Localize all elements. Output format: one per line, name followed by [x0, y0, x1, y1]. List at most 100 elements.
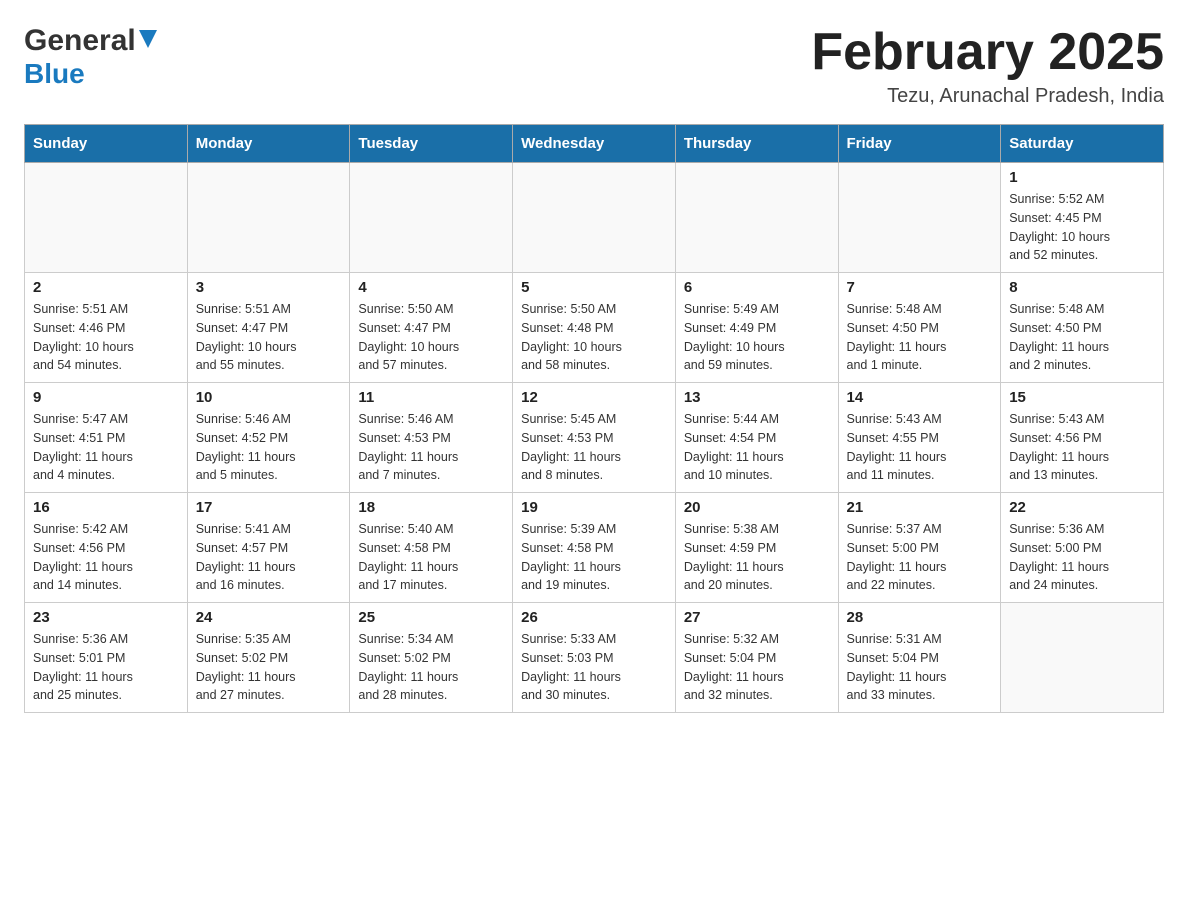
logo-general-text: General — [24, 24, 136, 58]
weekday-header-row: SundayMondayTuesdayWednesdayThursdayFrid… — [25, 125, 1164, 163]
calendar-cell: 4Sunrise: 5:50 AM Sunset: 4:47 PM Daylig… — [350, 273, 513, 383]
day-info: Sunrise: 5:48 AM Sunset: 4:50 PM Dayligh… — [847, 300, 993, 375]
calendar-cell: 22 Sunrise: 5:36 AM Sunset: 5:00 PM Dayli… — [1001, 493, 1164, 603]
week-row-2: 2 Sunrise: 5:51 AM Sunset: 4:46 PM Daylig… — [25, 273, 1164, 383]
day-number: 5 — [521, 279, 667, 296]
week-row-3: 9 Sunrise: 5:47 AM Sunset: 4:51 PM Daylig… — [25, 383, 1164, 493]
day-info: Sunrise: 5:47 AM Sunset: 4:51 PM Dayligh… — [33, 410, 179, 485]
week-row-5: 23 Sunrise: 5:36 AM Sunset: 5:01 PM Dayli… — [25, 603, 1164, 713]
day-number: 10 — [196, 389, 342, 406]
day-info: Sunrise: 5:38 AM Sunset: 4:59 PM Dayligh… — [684, 520, 830, 595]
weekday-header-thursday: Thursday — [675, 125, 838, 163]
logo-blue-text: Blue — [24, 58, 85, 89]
day-info: Sunrise: 5:52 AM Sunset: 4:45 PM Dayligh… — [1009, 190, 1155, 265]
day-number: 4 — [358, 279, 504, 296]
calendar-cell: 28 Sunrise: 5:31 AM Sunset: 5:04 PM Dayli… — [838, 603, 1001, 713]
calendar-cell: 13Sunrise: 5:44 AM Sunset: 4:54 PM Dayli… — [675, 383, 838, 493]
day-number: 11 — [358, 389, 504, 406]
week-row-1: 1 Sunrise: 5:52 AM Sunset: 4:45 PM Daylig… — [25, 163, 1164, 273]
calendar-cell — [1001, 603, 1164, 713]
day-number: 3 — [196, 279, 342, 296]
calendar-cell — [513, 163, 676, 273]
calendar-cell: 18Sunrise: 5:40 AM Sunset: 4:58 PM Dayli… — [350, 493, 513, 603]
title-block: February 2025 Tezu, Arunachal Pradesh, I… — [811, 24, 1164, 108]
day-number: 21 — [847, 499, 993, 516]
calendar-cell: 8 Sunrise: 5:48 AM Sunset: 4:50 PM Daylig… — [1001, 273, 1164, 383]
day-info: Sunrise: 5:35 AM Sunset: 5:02 PM Dayligh… — [196, 630, 342, 705]
weekday-header-friday: Friday — [838, 125, 1001, 163]
day-info: Sunrise: 5:48 AM Sunset: 4:50 PM Dayligh… — [1009, 300, 1155, 375]
day-info: Sunrise: 5:33 AM Sunset: 5:03 PM Dayligh… — [521, 630, 667, 705]
calendar-cell — [838, 163, 1001, 273]
day-info: Sunrise: 5:46 AM Sunset: 4:52 PM Dayligh… — [196, 410, 342, 485]
day-number: 26 — [521, 609, 667, 626]
calendar-cell: 23 Sunrise: 5:36 AM Sunset: 5:01 PM Dayli… — [25, 603, 188, 713]
calendar-cell: 26 Sunrise: 5:33 AM Sunset: 5:03 PM Dayli… — [513, 603, 676, 713]
logo-triangle-icon — [139, 30, 157, 48]
day-number: 8 — [1009, 279, 1155, 296]
calendar-cell: 19 Sunrise: 5:39 AM Sunset: 4:58 PM Dayli… — [513, 493, 676, 603]
day-info: Sunrise: 5:42 AM Sunset: 4:56 PM Dayligh… — [33, 520, 179, 595]
day-info: Sunrise: 5:39 AM Sunset: 4:58 PM Dayligh… — [521, 520, 667, 595]
day-info: Sunrise: 5:36 AM Sunset: 5:01 PM Dayligh… — [33, 630, 179, 705]
calendar-table: SundayMondayTuesdayWednesdayThursdayFrid… — [24, 124, 1164, 713]
day-info: Sunrise: 5:46 AM Sunset: 4:53 PM Dayligh… — [358, 410, 504, 485]
calendar-cell: 14 Sunrise: 5:43 AM Sunset: 4:55 PM Dayli… — [838, 383, 1001, 493]
day-info: Sunrise: 5:51 AM Sunset: 4:47 PM Dayligh… — [196, 300, 342, 375]
day-info: Sunrise: 5:50 AM Sunset: 4:48 PM Dayligh… — [521, 300, 667, 375]
calendar-cell: 24 Sunrise: 5:35 AM Sunset: 5:02 PM Dayli… — [187, 603, 350, 713]
day-info: Sunrise: 5:51 AM Sunset: 4:46 PM Dayligh… — [33, 300, 179, 375]
calendar-cell: 9 Sunrise: 5:47 AM Sunset: 4:51 PM Daylig… — [25, 383, 188, 493]
day-info: Sunrise: 5:36 AM Sunset: 5:00 PM Dayligh… — [1009, 520, 1155, 595]
calendar-cell: 5 Sunrise: 5:50 AM Sunset: 4:48 PM Daylig… — [513, 273, 676, 383]
day-number: 23 — [33, 609, 179, 626]
day-info: Sunrise: 5:44 AM Sunset: 4:54 PM Dayligh… — [684, 410, 830, 485]
location-title: Tezu, Arunachal Pradesh, India — [811, 85, 1164, 108]
calendar-cell: 6 Sunrise: 5:49 AM Sunset: 4:49 PM Daylig… — [675, 273, 838, 383]
weekday-header-sunday: Sunday — [25, 125, 188, 163]
day-info: Sunrise: 5:32 AM Sunset: 5:04 PM Dayligh… — [684, 630, 830, 705]
calendar-cell: 12 Sunrise: 5:45 AM Sunset: 4:53 PM Dayli… — [513, 383, 676, 493]
calendar-cell: 20Sunrise: 5:38 AM Sunset: 4:59 PM Dayli… — [675, 493, 838, 603]
day-number: 16 — [33, 499, 179, 516]
day-number: 28 — [847, 609, 993, 626]
day-info: Sunrise: 5:37 AM Sunset: 5:00 PM Dayligh… — [847, 520, 993, 595]
day-number: 7 — [847, 279, 993, 296]
day-number: 27 — [684, 609, 830, 626]
weekday-header-tuesday: Tuesday — [350, 125, 513, 163]
weekday-header-saturday: Saturday — [1001, 125, 1164, 163]
day-info: Sunrise: 5:49 AM Sunset: 4:49 PM Dayligh… — [684, 300, 830, 375]
day-number: 19 — [521, 499, 667, 516]
day-number: 17 — [196, 499, 342, 516]
day-number: 22 — [1009, 499, 1155, 516]
calendar-cell: 17 Sunrise: 5:41 AM Sunset: 4:57 PM Dayli… — [187, 493, 350, 603]
weekday-header-monday: Monday — [187, 125, 350, 163]
page-header: General Blue February 2025 Tezu, Arunach… — [24, 24, 1164, 108]
calendar-cell: 21 Sunrise: 5:37 AM Sunset: 5:00 PM Dayli… — [838, 493, 1001, 603]
calendar-cell: 11 Sunrise: 5:46 AM Sunset: 4:53 PM Dayli… — [350, 383, 513, 493]
day-number: 1 — [1009, 169, 1155, 186]
calendar-cell — [350, 163, 513, 273]
calendar-cell: 16 Sunrise: 5:42 AM Sunset: 4:56 PM Dayli… — [25, 493, 188, 603]
calendar-cell: 15Sunrise: 5:43 AM Sunset: 4:56 PM Dayli… — [1001, 383, 1164, 493]
day-number: 6 — [684, 279, 830, 296]
week-row-4: 16 Sunrise: 5:42 AM Sunset: 4:56 PM Dayli… — [25, 493, 1164, 603]
calendar-cell — [25, 163, 188, 273]
day-number: 24 — [196, 609, 342, 626]
day-number: 2 — [33, 279, 179, 296]
day-info: Sunrise: 5:45 AM Sunset: 4:53 PM Dayligh… — [521, 410, 667, 485]
month-title: February 2025 — [811, 24, 1164, 81]
calendar-cell — [675, 163, 838, 273]
day-info: Sunrise: 5:43 AM Sunset: 4:55 PM Dayligh… — [847, 410, 993, 485]
day-info: Sunrise: 5:31 AM Sunset: 5:04 PM Dayligh… — [847, 630, 993, 705]
calendar-cell: 25Sunrise: 5:34 AM Sunset: 5:02 PM Dayli… — [350, 603, 513, 713]
calendar-cell: 3 Sunrise: 5:51 AM Sunset: 4:47 PM Daylig… — [187, 273, 350, 383]
day-number: 9 — [33, 389, 179, 406]
day-info: Sunrise: 5:41 AM Sunset: 4:57 PM Dayligh… — [196, 520, 342, 595]
calendar-cell: 1 Sunrise: 5:52 AM Sunset: 4:45 PM Daylig… — [1001, 163, 1164, 273]
calendar-cell: 2 Sunrise: 5:51 AM Sunset: 4:46 PM Daylig… — [25, 273, 188, 383]
calendar-cell: 10 Sunrise: 5:46 AM Sunset: 4:52 PM Dayli… — [187, 383, 350, 493]
day-number: 12 — [521, 389, 667, 406]
day-number: 14 — [847, 389, 993, 406]
day-info: Sunrise: 5:43 AM Sunset: 4:56 PM Dayligh… — [1009, 410, 1155, 485]
